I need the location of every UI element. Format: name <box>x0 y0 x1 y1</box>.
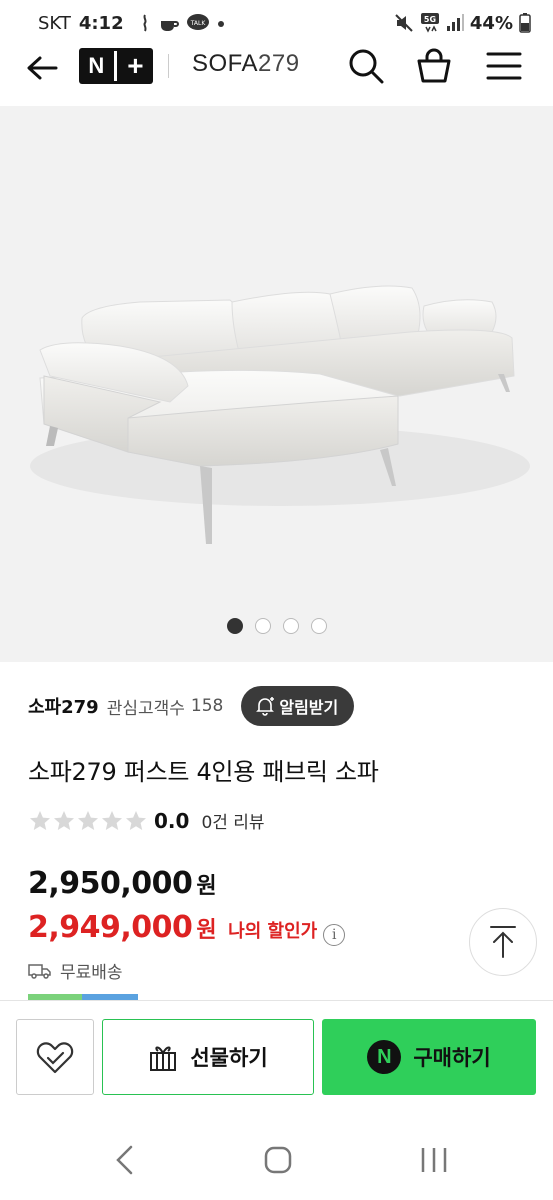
rating-score: 0.0 <box>154 808 190 833</box>
svg-text:5G: 5G <box>424 15 436 24</box>
recent-apps-icon[interactable] <box>414 1140 454 1180</box>
buy-label: 구매하기 <box>413 1046 491 1070</box>
my-discount-label: 나의 할인가 <box>228 921 318 942</box>
original-price: 2,950,000 원 <box>28 866 217 901</box>
star-icon <box>30 810 50 830</box>
store-info: 소파279 관심고객수 158 알림받기 <box>28 686 355 726</box>
sale-price-row: 2,949,000 원 나의 할인가 i <box>28 910 346 946</box>
battery-icon <box>519 13 531 33</box>
sofa-product-image <box>30 285 530 544</box>
signal-icon <box>446 14 464 31</box>
logo-n: N <box>88 53 105 78</box>
dot-icon <box>217 21 224 27</box>
gallery-dot[interactable] <box>310 618 327 634</box>
status-bar: SKT 4:12 TALK 5G 44% <box>0 0 553 46</box>
star-icon <box>54 810 74 830</box>
shipping-info: 무료배송 <box>28 958 123 983</box>
arrow-up-icon <box>490 926 516 958</box>
currency-unit: 원 <box>196 918 217 943</box>
npay-icon: N <box>367 1040 402 1074</box>
product-page: { "status_bar": { "carrier": "SKT", "tim… <box>0 0 553 1200</box>
logo-plus: + <box>127 50 144 81</box>
fans-count: 158 <box>190 696 224 716</box>
naver-plus-logo[interactable]: N + <box>79 48 153 84</box>
search-icon[interactable] <box>346 46 386 86</box>
gallery-pagination <box>0 618 553 634</box>
wishlist-button[interactable] <box>16 1019 94 1095</box>
purchase-action-bar: 선물하기 N 구매하기 <box>0 1000 553 1100</box>
gallery-dot[interactable] <box>254 618 271 634</box>
truck-icon <box>28 963 51 979</box>
svg-text:TALK: TALK <box>189 20 206 27</box>
star-icon <box>78 810 98 830</box>
gallery-dot[interactable] <box>282 618 299 634</box>
subscribe-alarm-button[interactable]: 알림받기 <box>241 686 355 726</box>
system-back-icon[interactable] <box>106 1140 146 1180</box>
original-price-value: 2,950,000 <box>28 866 193 901</box>
top-navigation: N + SOFA279 <box>0 42 553 106</box>
review-count: 0건 리뷰 <box>201 813 265 833</box>
gift-icon <box>150 1046 177 1071</box>
store-name-link[interactable]: 소파279 <box>28 693 99 719</box>
menu-icon[interactable] <box>484 46 524 86</box>
carrier-label: SKT <box>38 12 71 34</box>
currency-unit: 원 <box>196 874 217 899</box>
alarm-label: 알림받기 <box>279 698 339 717</box>
star-icon <box>126 810 146 830</box>
brand-main: SOFA <box>192 50 259 77</box>
product-image-gallery[interactable] <box>0 106 553 662</box>
product-title: 소파279 퍼스트 4인용 패브릭 소파 <box>28 758 379 786</box>
clock: 4:12 <box>78 12 124 34</box>
buy-button[interactable]: N 구매하기 <box>322 1019 536 1095</box>
bell-plus-icon <box>256 697 275 716</box>
battery-percent: 44% <box>469 12 513 34</box>
talk-icon: TALK <box>186 14 209 30</box>
mute-icon <box>395 14 413 32</box>
gift-button[interactable]: 선물하기 <box>102 1019 314 1095</box>
back-arrow-icon[interactable] <box>24 50 60 86</box>
coffee-icon <box>160 21 179 31</box>
sale-price-value: 2,949,000 <box>28 910 193 945</box>
brand-number: 279 <box>258 50 300 77</box>
sale-price: 2,949,000 원 <box>28 910 217 945</box>
fans-label: 관심고객수 <box>106 698 185 719</box>
star-icon <box>102 810 122 830</box>
shopping-bag-icon[interactable] <box>414 46 454 86</box>
rating-stars <box>28 809 148 833</box>
store-brand-link[interactable]: SOFA279 <box>192 50 300 78</box>
rating-row[interactable]: 0.0 0건 리뷰 <box>28 808 265 833</box>
home-icon[interactable] <box>258 1140 298 1180</box>
notification-icon <box>143 14 147 32</box>
scroll-top-button[interactable] <box>469 908 537 976</box>
gift-label: 선물하기 <box>190 1046 268 1070</box>
info-icon[interactable]: i <box>323 924 346 946</box>
shipping-label: 무료배송 <box>60 963 123 983</box>
network-icon: 5G <box>420 13 439 33</box>
system-navigation-bar <box>0 1100 553 1200</box>
heart-check-icon <box>36 1042 74 1074</box>
gallery-dot[interactable] <box>226 618 243 634</box>
